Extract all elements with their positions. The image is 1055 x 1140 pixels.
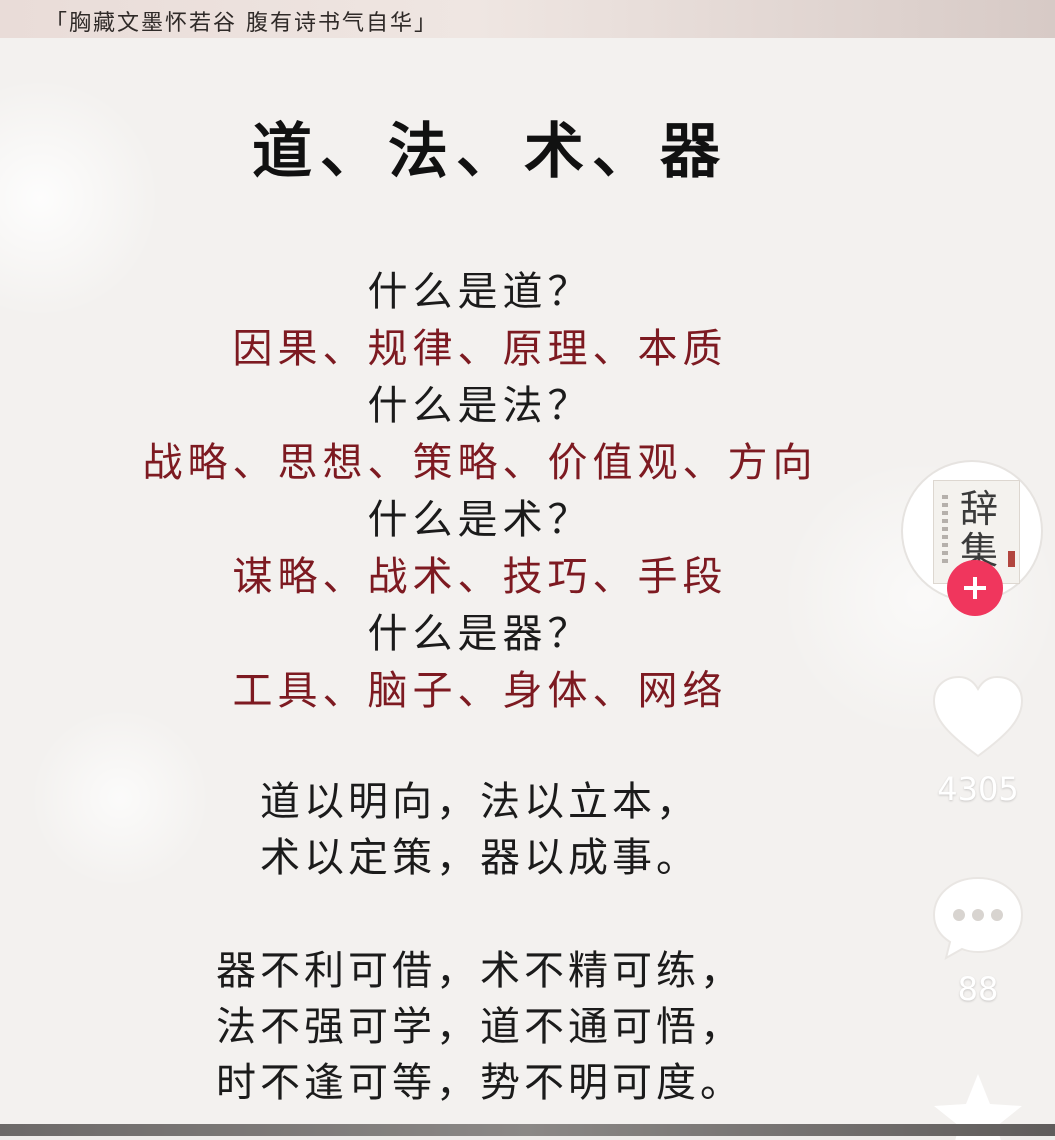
avatar-glyph-1: 辞 <box>959 487 998 531</box>
banner-text: 「胸藏文墨怀若谷 腹有诗书气自华」 <box>45 11 438 36</box>
like-button[interactable]: 4305 <box>928 672 1028 822</box>
answer-shu: 谋略、战术、技巧、手段 <box>232 554 728 600</box>
question-dao: 什么是道？ <box>367 269 593 315</box>
answer-fa: 战略、思想、策略、价值观、方向 <box>142 440 818 486</box>
comment-icon <box>932 876 1024 960</box>
poem-line: 术以定策，器以成事。 <box>260 835 700 881</box>
poem-line: 时不逢可等，势不明可度。 <box>216 1060 744 1106</box>
answer-dao: 因果、规律、原理、本质 <box>232 326 728 372</box>
plus-icon <box>964 577 986 599</box>
avatar-inscription <box>942 495 948 565</box>
poem-line: 器不利可借，术不精可练， <box>216 948 744 994</box>
poem-stanza-2: 器不利可借，术不精可练， 法不强可学，道不通可悟， 时不逢可等，势不明可度。 <box>0 943 960 1111</box>
question-qi: 什么是器？ <box>367 611 593 657</box>
poem-line: 道以明向，法以立本， <box>260 779 700 825</box>
like-count: 4305 <box>937 770 1019 808</box>
poem-line: 法不强可学，道不通可悟， <box>216 1004 744 1050</box>
poem-stanza-1: 道以明向，法以立本， 术以定策，器以成事。 <box>0 774 960 886</box>
bottom-strip <box>0 1124 1055 1136</box>
top-banner: 「胸藏文墨怀若谷 腹有诗书气自华」 <box>0 0 1055 39</box>
answer-qi: 工具、脑子、身体、网络 <box>232 668 728 714</box>
heart-icon <box>932 675 1024 758</box>
question-shu: 什么是术？ <box>367 497 593 543</box>
comment-count: 88 <box>957 970 999 1008</box>
follow-button[interactable] <box>947 560 1003 616</box>
qa-section: 什么是道？ 因果、规律、原理、本质 什么是法？ 战略、思想、策略、价值观、方向 … <box>0 264 960 720</box>
page-title: 道、法、术、器 <box>252 117 728 187</box>
question-fa: 什么是法？ <box>367 383 593 429</box>
avatar-seal <box>1008 551 1015 567</box>
comment-button[interactable]: 88 <box>928 870 1028 1020</box>
